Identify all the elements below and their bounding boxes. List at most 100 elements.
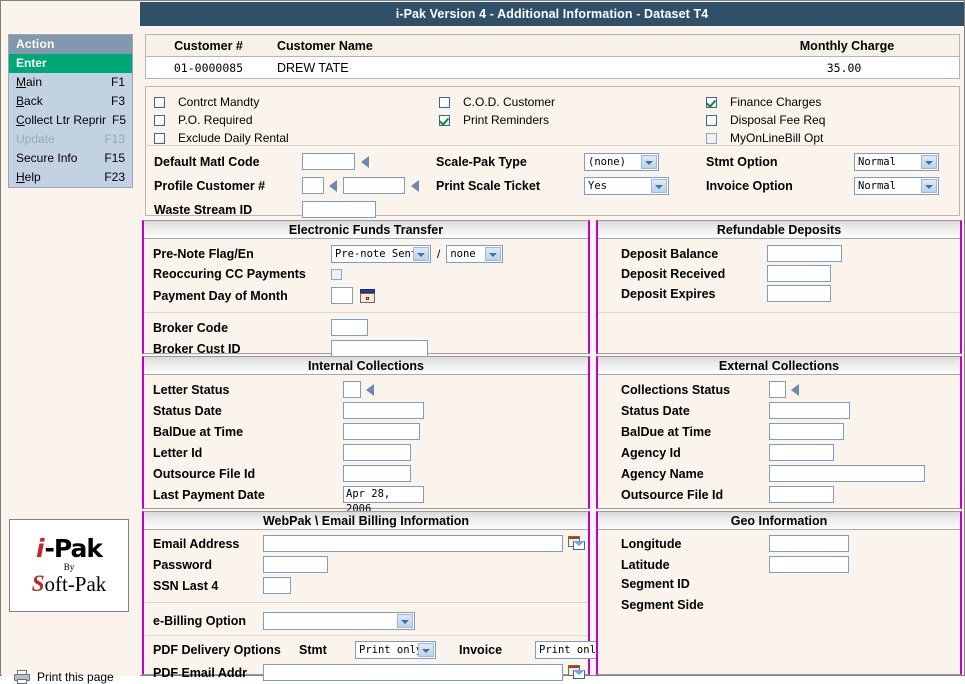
checkbox-row-myonlinebill-opt[interactable]: MyOnLineBill Opt xyxy=(706,129,825,147)
input-pdf-email-addr[interactable] xyxy=(263,664,563,681)
sidebar-item-main[interactable]: Main F1 xyxy=(9,73,132,92)
label-pdf-email-addr: PDF Email Addr xyxy=(153,665,247,680)
input-outsource-file-id[interactable] xyxy=(343,465,411,482)
input-deposit-expires[interactable] xyxy=(767,285,831,302)
input-last-payment-date[interactable]: Apr 28, 2006 xyxy=(343,486,424,515)
sidebar: Action Enter Main F1 Back F3 Collect Ltr… xyxy=(2,26,140,684)
lookup-arrow-icon[interactable] xyxy=(791,383,799,396)
input-broker-code[interactable] xyxy=(331,319,368,336)
input-status-date[interactable] xyxy=(343,402,424,419)
select-pre-note-flag[interactable]: Pre-note Sent xyxy=(331,245,431,263)
sidebar-item-enter[interactable]: Enter xyxy=(9,54,132,73)
chevron-down-icon[interactable] xyxy=(651,179,667,193)
input-agency-id[interactable] xyxy=(769,444,834,461)
input-latitude[interactable] xyxy=(769,556,849,573)
checkbox-finance-charges[interactable] xyxy=(706,96,717,108)
lookup-arrow-icon[interactable] xyxy=(329,179,337,192)
sidebar-item-help[interactable]: Help F23 xyxy=(9,168,132,187)
select-value: none xyxy=(450,248,476,260)
checkbox-row-exclude-daily-rental[interactable]: Exclude Daily Rental xyxy=(154,129,289,147)
input-collections-status[interactable] xyxy=(769,381,786,398)
customer-table-header: Customer # Customer Name Monthly Charge xyxy=(145,34,960,56)
field-row-broker-code: Broker Code xyxy=(153,319,368,336)
chevron-down-icon[interactable] xyxy=(418,643,434,657)
input-letter-status[interactable] xyxy=(343,381,361,398)
lookup-arrow-icon[interactable] xyxy=(361,155,369,168)
select-scale-pak-type[interactable]: (none) xyxy=(584,153,659,171)
input-agency-name[interactable] xyxy=(769,465,925,482)
input-longitude[interactable] xyxy=(769,535,849,552)
calendar-icon[interactable] xyxy=(360,288,375,303)
checkbox-myonlinebill-opt[interactable] xyxy=(706,132,717,144)
select-ebilling-option[interactable] xyxy=(263,612,415,630)
label-latitude: Latitude xyxy=(621,557,670,572)
section-title-external-collections: External Collections xyxy=(598,357,960,375)
section-webpak-email-billing: WebPak \ Email Billing Information Email… xyxy=(142,511,616,681)
input-ssn-last-4[interactable] xyxy=(263,577,291,594)
options-panel: Default Matl Code Profile Customer # Was… xyxy=(145,146,960,218)
checkbox-row-print-reminders[interactable]: Print Reminders xyxy=(439,111,555,129)
column-header-customer-name: Customer Name xyxy=(277,38,373,53)
checkbox-disposal-fee-req[interactable] xyxy=(706,114,717,126)
sidebar-item-collect-ltr-reprir[interactable]: Collect Ltr Reprir F5 xyxy=(9,111,132,130)
flags-column-3: Finance Charges Disposal Fee Req MyOnLin… xyxy=(706,93,825,147)
checkbox-row-finance-charges[interactable]: Finance Charges xyxy=(706,93,825,111)
input-deposit-received[interactable] xyxy=(767,265,831,282)
sidebar-item-key: F1 xyxy=(110,75,125,89)
lookup-arrow-icon[interactable] xyxy=(411,179,419,192)
label-collections-status: Collections Status xyxy=(621,382,731,397)
label-profile-customer: Profile Customer # xyxy=(154,178,266,193)
label-broker-cust-id: Broker Cust ID xyxy=(153,341,241,356)
email-lookup-icon[interactable] xyxy=(568,665,585,680)
input-payment-day-of-month[interactable] xyxy=(331,287,353,304)
select-pre-note-enable[interactable]: none xyxy=(446,245,504,263)
table-row[interactable]: 01-0000085 DREW TATE 35.00 xyxy=(145,56,960,79)
sidebar-item-secure-info[interactable]: Secure Info F15 xyxy=(9,149,132,168)
chevron-down-icon[interactable] xyxy=(921,179,937,193)
input-profile-customer-number[interactable] xyxy=(343,177,405,194)
sidebar-item-back[interactable]: Back F3 xyxy=(9,92,132,111)
print-this-page-link[interactable]: Print this page xyxy=(14,670,114,684)
select-print-scale-ticket[interactable]: Yes xyxy=(584,177,669,195)
input-waste-stream-id[interactable] xyxy=(302,201,376,218)
chevron-down-icon[interactable] xyxy=(921,155,937,169)
checkbox-contrct-mandty[interactable] xyxy=(154,96,165,108)
email-lookup-icon[interactable] xyxy=(568,536,585,551)
select-stmt-option[interactable]: Normal xyxy=(854,153,939,171)
input-default-matl-code[interactable] xyxy=(302,153,355,170)
select-pdf-stmt-delivery[interactable]: Print only xyxy=(355,641,436,659)
checkbox-row-po-required[interactable]: P.O. Required xyxy=(154,111,289,129)
checkbox-row-disposal-fee-req[interactable]: Disposal Fee Req xyxy=(706,111,825,129)
field-row-latitude: Latitude xyxy=(621,556,849,573)
section-internal-collections: Internal Collections Letter Status Statu… xyxy=(142,356,590,515)
select-value: Print only xyxy=(539,644,603,656)
checkbox-reoccuring-cc-payments[interactable] xyxy=(331,268,342,280)
input-deposit-balance[interactable] xyxy=(767,245,842,262)
input-baldue-at-time[interactable] xyxy=(769,423,844,440)
chevron-down-icon[interactable] xyxy=(397,614,413,628)
checkbox-label: MyOnLineBill Opt xyxy=(730,131,824,145)
label-baldue-at-time: BalDue at Time xyxy=(621,424,712,439)
input-letter-id[interactable] xyxy=(343,444,411,461)
checkbox-print-reminders[interactable] xyxy=(439,114,450,126)
input-baldue-at-time[interactable] xyxy=(343,423,420,440)
column-header-customer-number: Customer # xyxy=(174,38,243,53)
select-invoice-option[interactable]: Normal xyxy=(854,177,939,195)
input-password[interactable] xyxy=(263,556,328,573)
checkbox-row-contrct-mandty[interactable]: Contrct Mandty xyxy=(154,93,289,111)
lookup-arrow-icon[interactable] xyxy=(366,383,374,396)
checkbox-cod-customer[interactable] xyxy=(439,96,450,108)
chevron-down-icon[interactable] xyxy=(485,247,502,261)
input-broker-cust-id[interactable] xyxy=(331,340,428,357)
checkbox-row-cod-customer[interactable]: C.O.D. Customer xyxy=(439,93,555,111)
chevron-down-icon[interactable] xyxy=(641,155,657,169)
section-body-internal-collections: Letter Status Status Date BalDue at Time… xyxy=(144,375,588,515)
sidebar-item-label: Collect Ltr Reprir xyxy=(16,113,107,127)
input-email-address[interactable] xyxy=(263,535,563,552)
checkbox-exclude-daily-rental[interactable] xyxy=(154,132,165,144)
input-profile-customer-prefix[interactable] xyxy=(302,177,324,194)
checkbox-po-required[interactable] xyxy=(154,114,165,126)
chevron-down-icon[interactable] xyxy=(413,247,429,261)
input-status-date[interactable] xyxy=(769,402,850,419)
input-outsource-file-id[interactable] xyxy=(769,486,834,503)
